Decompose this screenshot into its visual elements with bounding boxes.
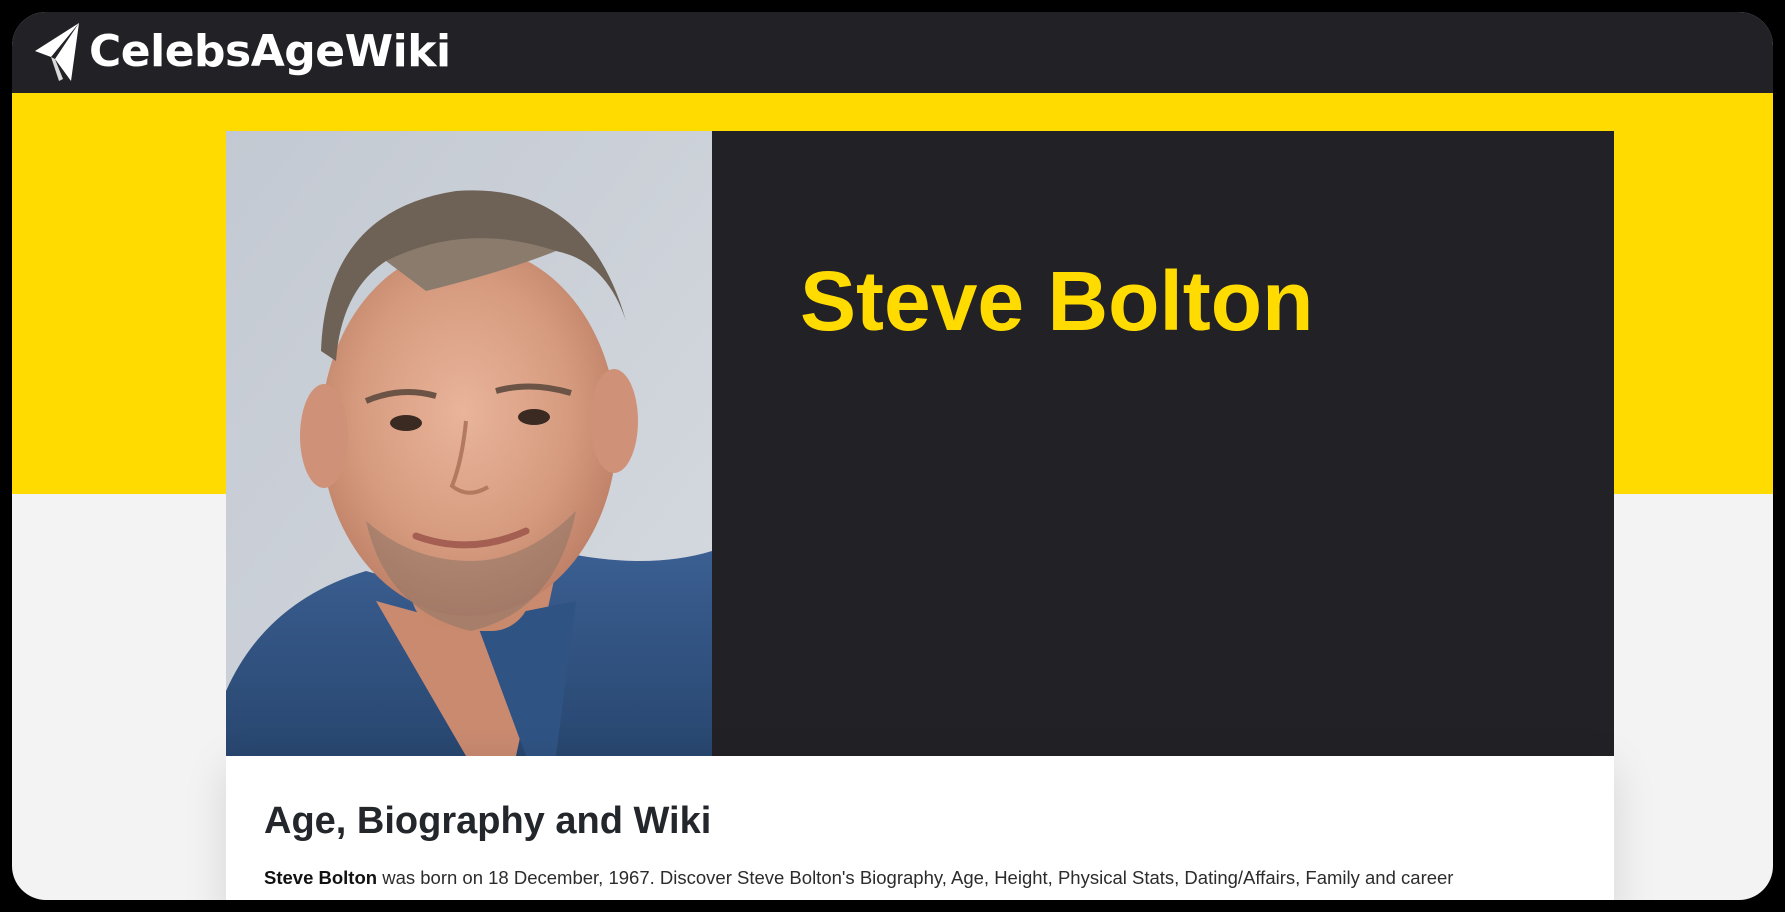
site-logo-link[interactable]: CelebsAgeWiki	[33, 21, 451, 83]
page-frame: CelebsAgeWiki Steve Bolton Age, Biograph…	[12, 12, 1773, 900]
profile-photo	[226, 131, 712, 756]
intro-text: was born on 18 December, 1967. Discover …	[377, 867, 1454, 888]
person-name-title: Steve Bolton	[800, 254, 1314, 348]
section-heading: Age, Biography and Wiki	[264, 800, 712, 842]
top-navbar: CelebsAgeWiki	[12, 12, 1773, 93]
intro-name: Steve Bolton	[264, 867, 378, 888]
logo-text: CelebsAgeWiki	[89, 26, 451, 77]
intro-paragraph: Steve Bolton was born on 18 December, 19…	[264, 867, 1594, 889]
biography-card: Age, Biography and Wiki Steve Bolton was…	[226, 756, 1614, 900]
paper-plane-icon	[35, 23, 79, 81]
hero-section: Steve Bolton	[226, 131, 1614, 756]
